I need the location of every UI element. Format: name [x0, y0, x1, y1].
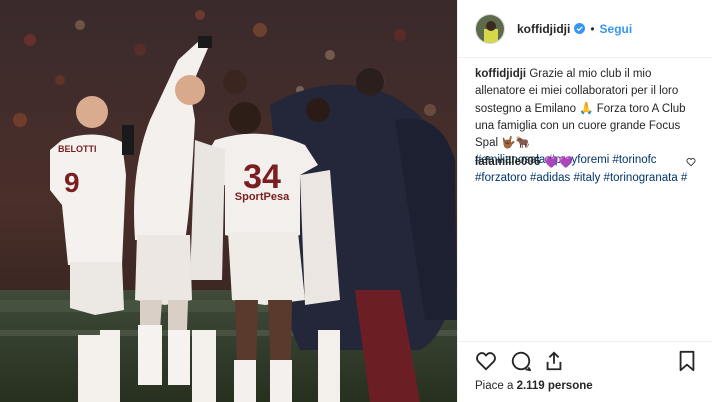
team-celebration-image: 34 SportPesa 9 BELOTTI	[0, 0, 457, 402]
hashtag[interactable]: #forzatoro	[475, 172, 527, 184]
heart-icon[interactable]	[475, 350, 497, 372]
post-side-panel: koffidjidji • Segui koffidjidji Grazie a…	[457, 0, 712, 402]
hashtag[interactable]: #adidas	[530, 172, 570, 184]
caption-username[interactable]: koffidjidji	[475, 68, 526, 80]
avatar[interactable]	[475, 13, 505, 44]
comment-row: lafamille006 💜💜	[475, 154, 697, 171]
username[interactable]: koffidjidji	[517, 22, 570, 36]
likes-count[interactable]: Piace a 2.119 persone	[475, 380, 593, 392]
share-icon[interactable]	[543, 350, 565, 372]
hashtag[interactable]: #	[681, 172, 687, 184]
caption-text: Grazie al mio club il mio allenatore ei …	[475, 68, 686, 150]
hashtag[interactable]: #torinogranata	[604, 172, 678, 184]
actions-divider	[458, 341, 712, 342]
comment-username[interactable]: lafamille006	[475, 154, 540, 171]
jersey-number-9: 9	[64, 167, 80, 198]
post-photo[interactable]: 34 SportPesa 9 BELOTTI	[0, 0, 457, 402]
instagram-post: 34 SportPesa 9 BELOTTI koffidjidji • Seg…	[0, 0, 712, 402]
post-header: koffidjidji • Segui	[458, 0, 712, 58]
hashtag[interactable]: #italy	[573, 172, 600, 184]
avatar-image	[476, 14, 504, 43]
bookmark-icon[interactable]	[676, 350, 698, 372]
post-actions	[458, 346, 712, 376]
comment-icon[interactable]	[510, 350, 532, 372]
comment-text: 💜💜	[544, 155, 573, 169]
likes-prefix: Piace a	[475, 380, 517, 392]
header-separator: •	[590, 21, 595, 36]
jersey-sponsor: SportPesa	[235, 191, 290, 203]
comment-heart-icon[interactable]	[686, 157, 696, 167]
verified-icon	[574, 23, 586, 34]
likes-number: 2.119 persone	[516, 380, 593, 392]
jersey-name: BELOTTI	[58, 144, 97, 154]
follow-button[interactable]: Segui	[600, 22, 633, 36]
